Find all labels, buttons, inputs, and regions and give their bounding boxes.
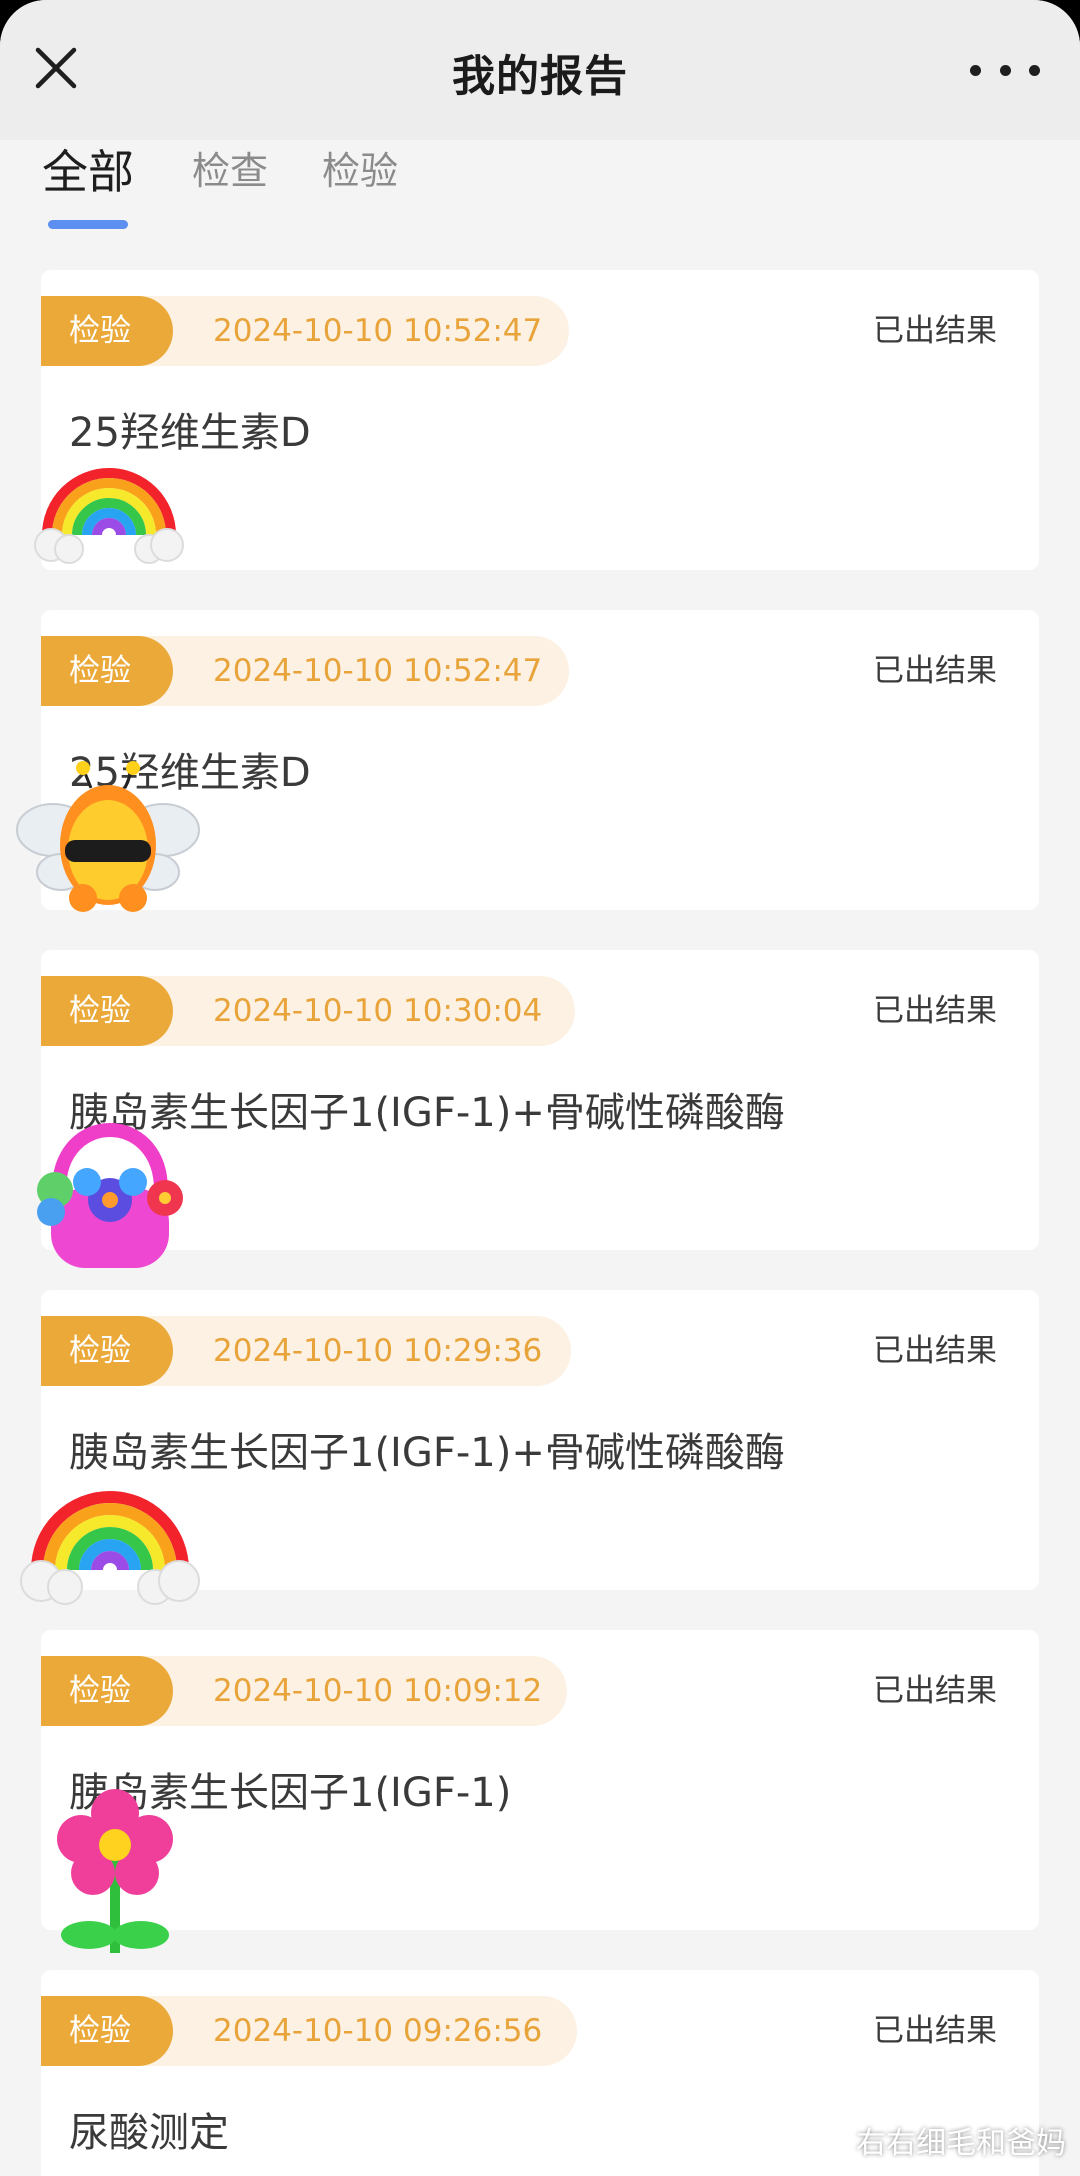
tab-examination[interactable]: 检查 xyxy=(192,140,268,195)
report-datetime: 2024-10-10 10:52:47 xyxy=(213,313,543,349)
report-name: 尿酸测定 xyxy=(69,2110,229,2156)
screen: 我的报告 全部 检查 检验 检验 2024-10-10 10:52:47 已出结… xyxy=(0,0,1080,2176)
report-status: 已出结果 xyxy=(873,653,997,689)
report-status: 已出结果 xyxy=(873,993,997,1029)
watermark-text: 右右细毛和爸妈 xyxy=(856,2126,1066,2161)
bee-sticker-icon xyxy=(16,761,200,912)
report-header-pill: 检验 2024-10-10 10:29:36 xyxy=(41,1316,571,1386)
report-card[interactable]: 检验 2024-10-10 10:52:47 已出结果 25羟维生素D xyxy=(34,270,1039,570)
report-type-badge: 检验 xyxy=(41,976,173,1046)
report-type-badge: 检验 xyxy=(41,1316,173,1386)
rainbow-sticker-icon xyxy=(20,1491,200,1605)
report-datetime: 2024-10-10 10:09:12 xyxy=(213,1673,543,1709)
report-header-pill: 检验 2024-10-10 09:26:56 xyxy=(41,1996,577,2066)
flower-sticker-icon xyxy=(57,1789,173,1953)
report-name: 25羟维生素D xyxy=(69,410,311,456)
tab-all[interactable]: 全部 xyxy=(42,136,134,202)
report-card[interactable]: 检验 2024-10-10 10:09:12 已出结果 胰岛素生长因子1(IGF… xyxy=(41,1630,1039,1953)
report-name: 胰岛素生长因子1(IGF-1)+骨碱性磷酸酶 xyxy=(69,1430,785,1476)
rainbow-sticker-icon xyxy=(34,468,184,564)
report-type-badge: 检验 xyxy=(41,1996,173,2066)
page-title: 我的报告 xyxy=(452,52,628,102)
report-type-badge: 检验 xyxy=(41,1656,173,1726)
report-header-pill: 检验 2024-10-10 10:09:12 xyxy=(41,1656,567,1726)
report-card[interactable]: 检验 2024-10-10 10:30:04 已出结果 胰岛素生长因子1(IGF… xyxy=(37,950,1039,1268)
report-datetime: 2024-10-10 10:52:47 xyxy=(213,653,543,689)
report-status: 已出结果 xyxy=(873,2013,997,2049)
report-header-pill: 检验 2024-10-10 10:52:47 xyxy=(41,296,569,366)
report-status: 已出结果 xyxy=(873,1333,997,1369)
more-button[interactable] xyxy=(970,50,1040,90)
active-tab-indicator xyxy=(48,220,128,229)
report-type-badge: 检验 xyxy=(41,636,173,706)
report-datetime: 2024-10-10 10:29:36 xyxy=(213,1333,543,1369)
flower-basket-sticker-icon xyxy=(37,1123,183,1268)
report-status: 已出结果 xyxy=(873,313,997,349)
report-status: 已出结果 xyxy=(873,1673,997,1709)
more-dot-icon xyxy=(970,64,981,76)
tab-laboratory[interactable]: 检验 xyxy=(322,140,398,195)
report-header-pill: 检验 2024-10-10 10:30:04 xyxy=(41,976,575,1046)
more-dot-icon xyxy=(1029,64,1040,76)
more-dot-icon xyxy=(999,64,1011,76)
report-card[interactable]: 检验 2024-10-10 10:29:36 已出结果 胰岛素生长因子1(IGF… xyxy=(20,1290,1039,1605)
report-header-pill: 检验 2024-10-10 10:52:47 xyxy=(41,636,569,706)
report-type-badge: 检验 xyxy=(41,296,173,366)
report-datetime: 2024-10-10 09:26:56 xyxy=(213,2013,543,2049)
report-datetime: 2024-10-10 10:30:04 xyxy=(213,993,543,1029)
tab-bar: 全部 检查 检验 xyxy=(0,140,1080,235)
report-card[interactable]: 检验 2024-10-10 10:52:47 已出结果 25羟维生素D xyxy=(16,610,1039,912)
navigation-bar: 我的报告 xyxy=(0,0,1080,140)
